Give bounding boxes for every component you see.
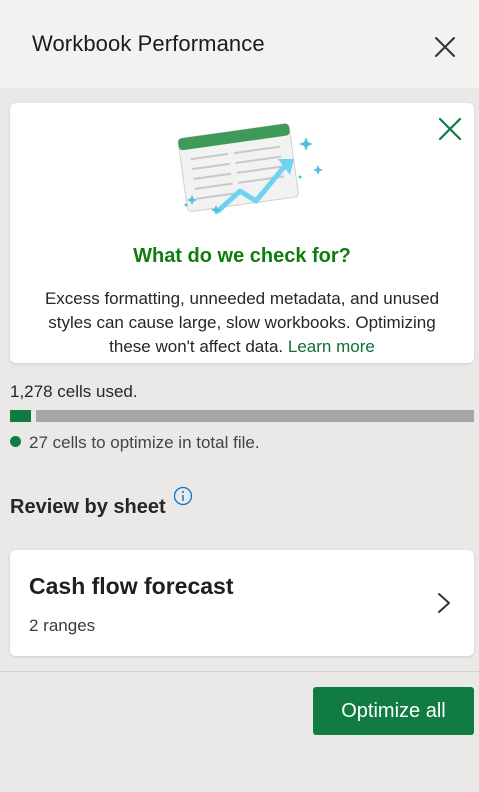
close-icon[interactable] (432, 34, 458, 60)
dismiss-icon[interactable] (437, 116, 463, 142)
cells-used-label: 1,278 cells used. (10, 382, 138, 401)
usage-bar-used (10, 410, 31, 422)
usage-bar-track (36, 410, 474, 422)
info-card-heading: What do we check for? (133, 245, 351, 267)
spreadsheet-illustration (177, 123, 323, 215)
chevron-right-icon (438, 593, 450, 613)
info-card-text: Excess formatting, unneeded metadata, an… (32, 287, 452, 359)
info-card-description: Excess formatting, unneeded metadata, an… (44, 289, 440, 356)
sheet-ranges-count: 2 ranges (29, 616, 96, 635)
sheet-name: Cash flow forecast (29, 573, 234, 599)
optimize-note: 27 cells to optimize in total file. (10, 433, 260, 453)
panel-header: Workbook Performance (0, 0, 479, 88)
learn-more-link[interactable]: Learn more (288, 337, 375, 356)
status-dot-icon (10, 436, 21, 447)
info-card: What do we check for? Excess formatting,… (10, 103, 474, 363)
sheet-card[interactable]: Cash flow forecast 2 ranges (10, 550, 474, 656)
optimize-all-button[interactable]: Optimize all (313, 687, 474, 735)
footer-divider (0, 671, 479, 672)
review-by-sheet-heading: Review by sheet (10, 496, 166, 518)
panel-title: Workbook Performance (32, 31, 265, 56)
info-icon[interactable] (173, 486, 193, 506)
optimize-note-text: 27 cells to optimize in total file. (29, 433, 260, 452)
